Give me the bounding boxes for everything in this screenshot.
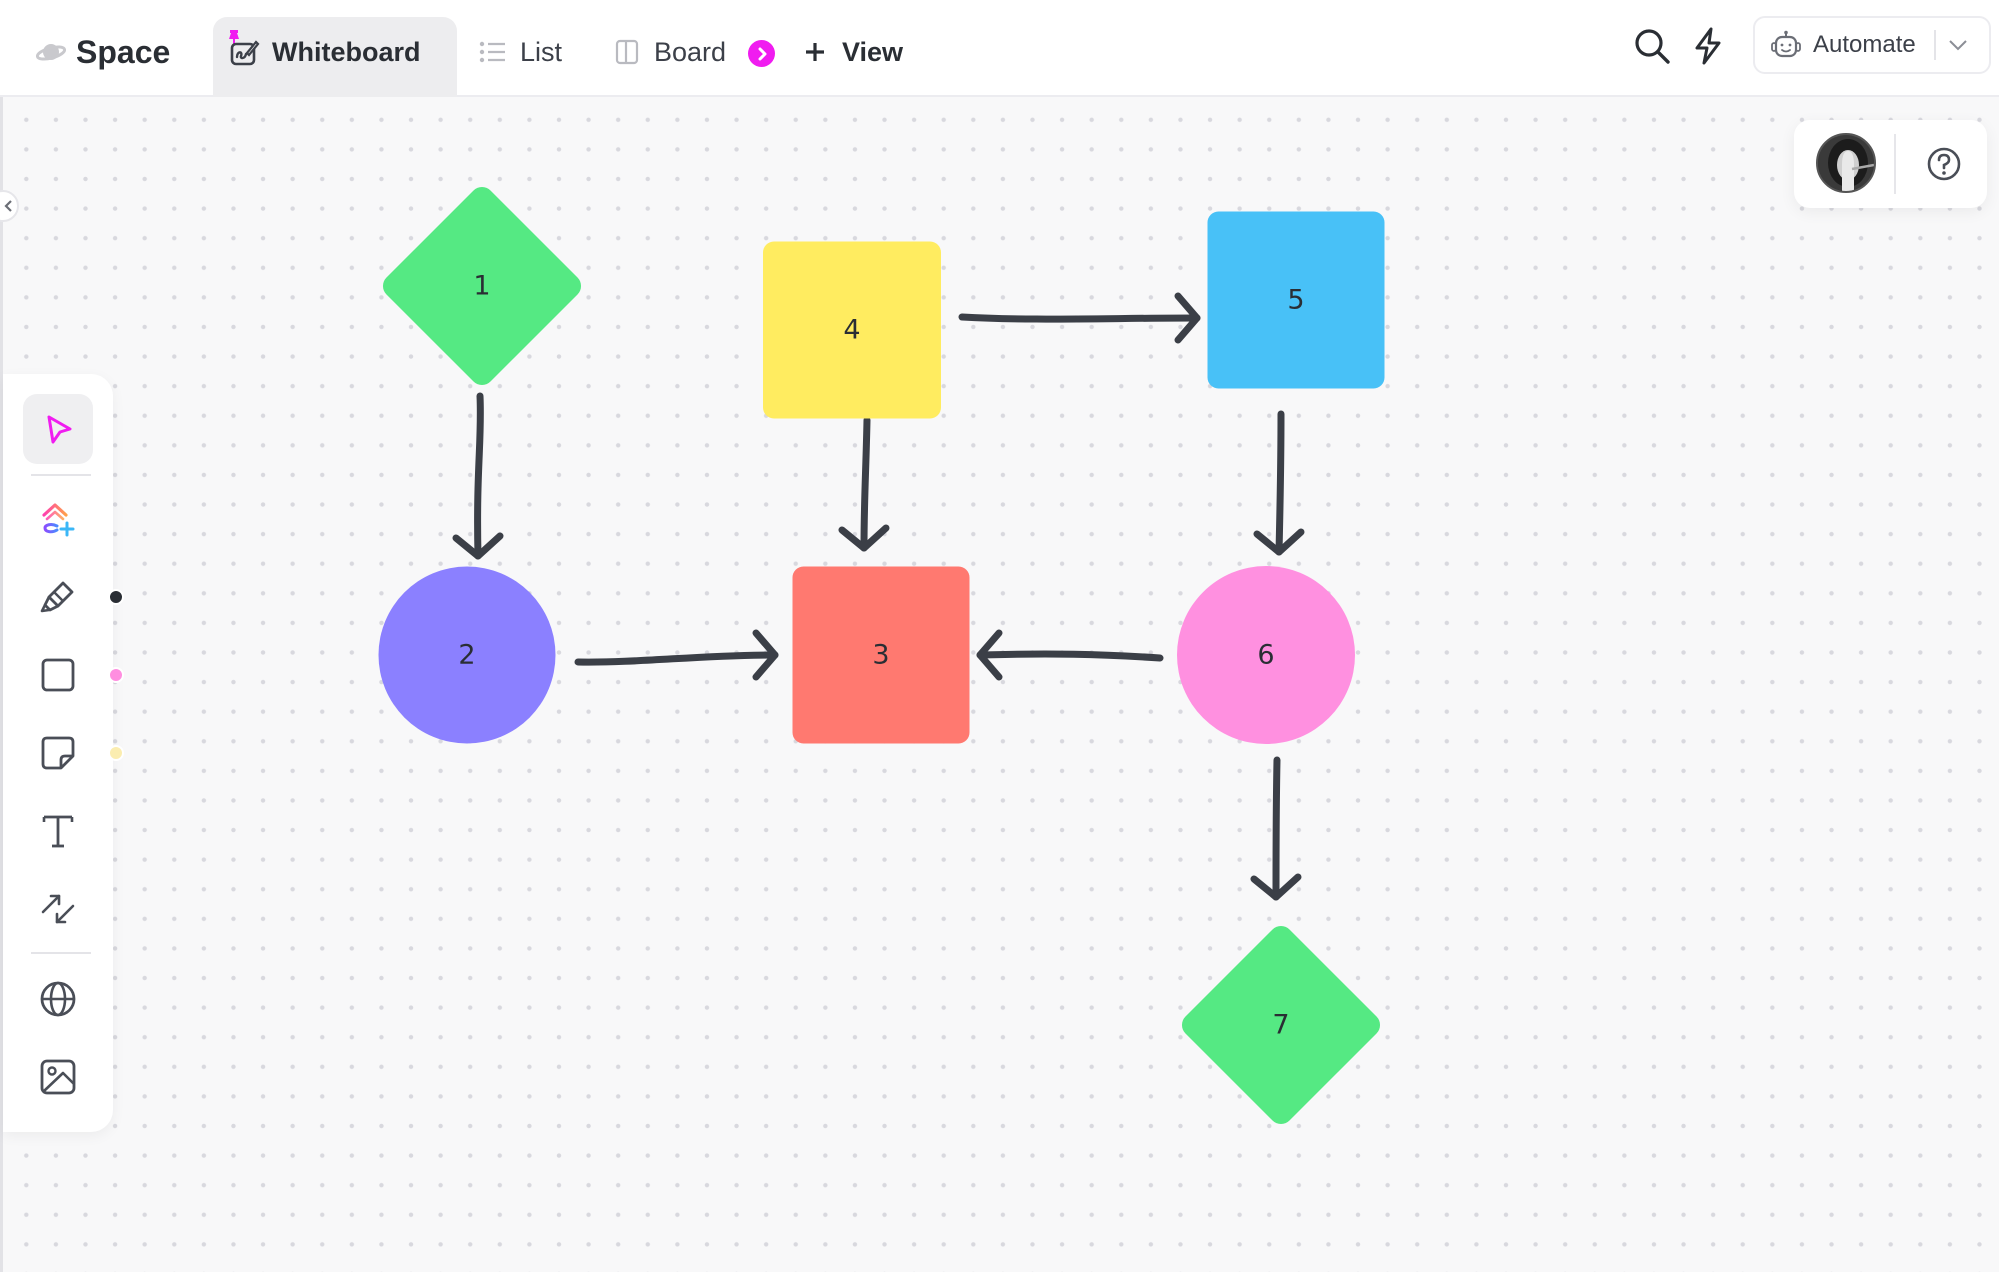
space-breadcrumb[interactable]: Space (36, 28, 170, 76)
tab-board[interactable]: Board (612, 28, 726, 76)
node-label: 5 (1287, 285, 1304, 316)
tab-list-label: List (520, 36, 563, 67)
whiteboard-toolbar (3, 374, 124, 1132)
board-icon (612, 37, 642, 67)
tool-pen[interactable] (23, 562, 93, 632)
tool-select[interactable] (23, 394, 93, 464)
pen-icon (40, 581, 74, 613)
plus-icon (800, 37, 830, 67)
tab-board-label: Board (654, 36, 727, 67)
whiteboard-icon (230, 37, 260, 67)
help-button[interactable] (1924, 144, 1964, 184)
list-icon (478, 37, 508, 67)
pointer-icon (47, 415, 72, 444)
collapse-sidebar-button[interactable] (0, 190, 19, 222)
text-icon (42, 815, 74, 848)
robot-icon (1771, 30, 1801, 58)
automate-divider (1933, 30, 1936, 60)
connector-line[interactable] (976, 650, 1164, 662)
automations-lightning-button[interactable] (1688, 26, 1728, 66)
node-3-square[interactable]: 3 (792, 566, 970, 744)
globe-icon (40, 981, 76, 1017)
automate-label: Automate (1813, 31, 1916, 58)
whiteboard-canvas[interactable] (0, 97, 1999, 1272)
tab-whiteboard-label: Whiteboard (272, 36, 421, 67)
node-label: 7 (1272, 1010, 1289, 1041)
tab-list[interactable]: List (478, 28, 562, 76)
top-header: Space Whiteboard List Board View Automat… (0, 0, 1999, 97)
tool-image[interactable] (23, 1042, 93, 1112)
connector-line[interactable] (958, 313, 1201, 323)
toolbar-divider (31, 474, 91, 476)
panel-divider (1894, 134, 1896, 194)
connector-icon (41, 894, 75, 924)
chevron-left-icon (4, 200, 12, 212)
avatar[interactable] (1816, 133, 1876, 193)
avatar-photo (1818, 135, 1874, 191)
planet-icon (36, 44, 66, 61)
clickup-ai-icon (42, 503, 75, 537)
node-label: 6 (1257, 640, 1274, 671)
node-label: 4 (843, 315, 860, 346)
tool-connector[interactable] (23, 874, 93, 944)
connector-line[interactable] (860, 416, 871, 552)
help-icon (1927, 147, 1961, 181)
more-views-button[interactable] (748, 40, 775, 67)
square-icon (41, 658, 75, 692)
tool-embed[interactable] (23, 964, 93, 1034)
search-icon (1635, 29, 1670, 64)
toolbar-divider (31, 952, 91, 954)
collaborators-panel (1794, 120, 1987, 208)
chevron-right-icon (758, 47, 766, 60)
node-6-circle[interactable]: 6 (1177, 566, 1355, 744)
lightning-icon (1695, 27, 1721, 65)
connector-line[interactable] (474, 392, 484, 560)
tool-sticky-note[interactable] (23, 718, 93, 788)
search-button[interactable] (1632, 26, 1672, 66)
tool-text[interactable] (23, 796, 93, 866)
pen-color-indicator[interactable] (108, 589, 124, 605)
connector-line[interactable] (1272, 756, 1281, 901)
node-label: 1 (473, 271, 490, 302)
space-label: Space (76, 33, 171, 70)
node-label: 2 (458, 640, 475, 671)
chevron-down-icon (1949, 40, 1967, 51)
automate-dropdown-toggle[interactable] (1948, 39, 1968, 51)
node-label: 3 (872, 640, 889, 671)
connector-line[interactable] (1275, 410, 1285, 556)
tool-ai-generate[interactable] (23, 484, 93, 554)
sticky-note-icon (41, 736, 75, 770)
node-2-circle[interactable]: 2 (378, 566, 556, 744)
node-5-square[interactable]: 5 (1207, 211, 1385, 389)
tab-whiteboard[interactable]: Whiteboard (230, 28, 421, 76)
node-4-square[interactable]: 4 (763, 241, 941, 419)
shape-color-indicator[interactable] (108, 667, 124, 683)
tool-shape[interactable] (23, 640, 93, 710)
add-view-label: View (842, 36, 904, 67)
add-view-button[interactable]: View (800, 28, 903, 76)
automate-button[interactable]: Automate (1753, 16, 1991, 74)
image-icon (40, 1059, 76, 1095)
sticky-color-indicator[interactable] (108, 745, 124, 761)
